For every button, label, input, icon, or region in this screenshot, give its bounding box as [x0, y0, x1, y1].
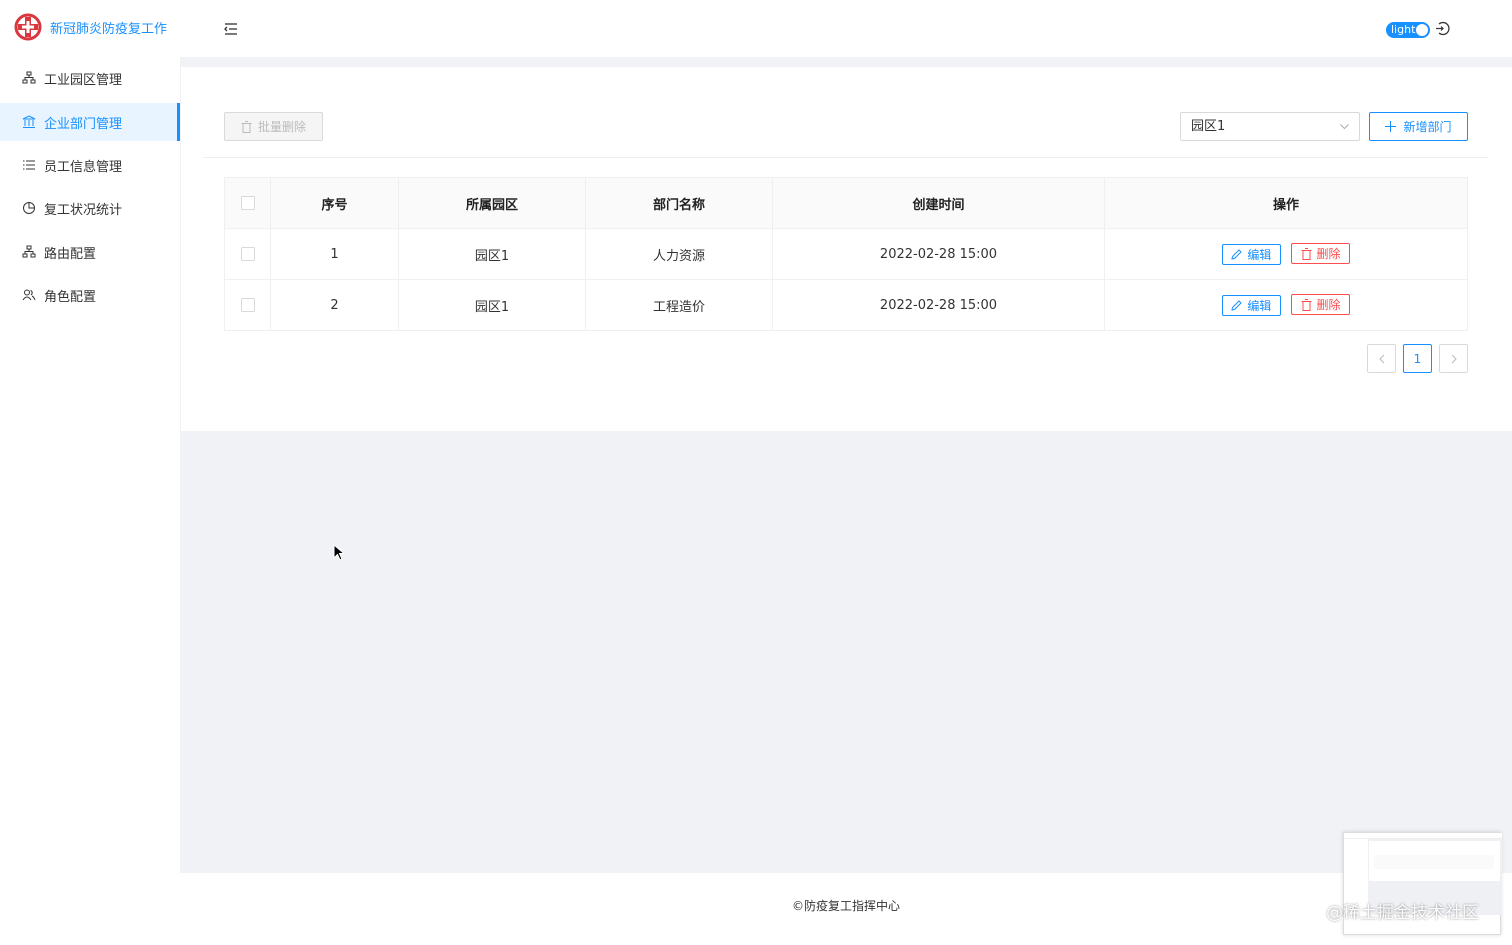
add-department-label: 新增部门: [1403, 120, 1452, 134]
table-row: 2 园区1 工程造价 2022-02-28 15:00 编辑 删除: [224, 279, 1468, 331]
edit-icon: [1231, 249, 1243, 260]
edit-icon: [1231, 300, 1243, 311]
column-header-park: 所属园区: [398, 177, 586, 229]
cell-actions: 编辑 删除: [1104, 228, 1468, 280]
sidebar-item-label: 工业园区管理: [44, 72, 123, 88]
sidebar-item-statistics[interactable]: 复工状况统计: [0, 189, 180, 227]
mouse-cursor-icon: [333, 544, 345, 561]
sidebar-item-label: 企业部门管理: [44, 116, 123, 132]
sidebar-item-employee[interactable]: 员工信息管理: [0, 146, 180, 184]
cell-park: 园区1: [398, 228, 586, 280]
add-department-button[interactable]: 新增部门: [1369, 112, 1468, 141]
watermark-text: @稀土掘金技术社区: [1326, 903, 1479, 923]
bank-icon: [22, 115, 36, 128]
page-footer: ©防疫复工指挥中心: [180, 873, 1512, 945]
trash-icon: [241, 120, 252, 133]
column-header-created: 创建时间: [772, 177, 1105, 229]
sidebar-item-label: 复工状况统计: [44, 202, 123, 218]
sidebar-item-label: 角色配置: [44, 289, 97, 305]
cell-actions: 编辑 删除: [1104, 279, 1468, 331]
cell-created: 2022-02-28 15:00: [772, 228, 1105, 280]
row-select-cell: [224, 279, 271, 331]
page-number-button[interactable]: 1: [1403, 344, 1432, 373]
select-all-checkbox[interactable]: [240, 196, 255, 210]
delete-label: 删除: [1316, 247, 1341, 262]
menu-collapse-icon[interactable]: [222, 20, 240, 38]
app-title: 新冠肺炎防疫复工作: [50, 22, 168, 37]
column-header-actions: 操作: [1104, 177, 1468, 229]
user-group-icon: [22, 289, 36, 301]
edit-button[interactable]: 编辑: [1221, 294, 1281, 316]
top-header: 新冠肺炎防疫复工作 light: [0, 0, 1512, 57]
batch-delete-button[interactable]: 批量删除: [224, 112, 323, 141]
edit-label: 编辑: [1247, 298, 1272, 313]
batch-delete-label: 批量删除: [257, 120, 306, 134]
row-checkbox[interactable]: [240, 247, 255, 261]
chevron-down-icon: [1340, 124, 1349, 130]
row-checkbox[interactable]: [240, 298, 255, 312]
prev-page-button[interactable]: [1367, 344, 1396, 373]
park-select[interactable]: 园区1: [1180, 112, 1360, 141]
footer-text: ©防疫复工指挥中心: [791, 899, 900, 913]
sidebar-item-department[interactable]: 企业部门管理: [0, 103, 180, 141]
delete-label: 删除: [1316, 298, 1341, 313]
department-table: 序号 所属园区 部门名称 创建时间 操作 1 园区1 人力资源 2022-02-…: [224, 177, 1468, 331]
select-all-cell: [224, 177, 271, 229]
plus-icon: [1385, 121, 1397, 132]
app-logo-icon: [14, 13, 42, 41]
sidebar-item-industrial-park[interactable]: 工业园区管理: [0, 59, 180, 97]
trash-icon: [1301, 298, 1312, 311]
cell-dept: 工程造价: [585, 279, 773, 331]
edit-label: 编辑: [1247, 247, 1272, 262]
toggle-knob: [1416, 24, 1428, 36]
sitemap-icon: [22, 71, 36, 84]
sidebar-item-label: 路由配置: [44, 246, 97, 262]
cell-park: 园区1: [398, 279, 586, 331]
delete-button[interactable]: 删除: [1291, 243, 1351, 265]
logout-icon[interactable]: [1435, 21, 1450, 36]
list-icon: [23, 160, 35, 170]
cell-dept: 人力资源: [585, 228, 773, 280]
sidebar: 工业园区管理 企业部门管理 员工信息管理 复工状况统计 路由配置 角色配置: [0, 57, 180, 873]
sitemap-icon: [22, 245, 36, 258]
pie-chart-icon: [23, 202, 35, 214]
cell-index: 2: [270, 279, 399, 331]
chevron-right-icon: [1451, 354, 1457, 363]
row-select-cell: [224, 228, 271, 280]
cell-created: 2022-02-28 15:00: [772, 279, 1105, 331]
sidebar-item-roles[interactable]: 角色配置: [0, 276, 180, 314]
park-select-value: 园区1: [1191, 119, 1226, 134]
delete-button[interactable]: 删除: [1291, 294, 1351, 316]
sidebar-item-label: 员工信息管理: [44, 159, 123, 175]
chevron-left-icon: [1378, 354, 1384, 363]
column-header-index: 序号: [270, 177, 399, 229]
sidebar-item-routes[interactable]: 路由配置: [0, 233, 180, 271]
theme-toggle-label: light: [1391, 23, 1416, 36]
toolbar-divider: [203, 157, 1488, 158]
column-header-dept: 部门名称: [585, 177, 773, 229]
theme-toggle[interactable]: light: [1386, 22, 1430, 38]
cell-index: 1: [270, 228, 399, 280]
next-page-button[interactable]: [1439, 344, 1468, 373]
table-row: 1 园区1 人力资源 2022-02-28 15:00 编辑 删除: [224, 228, 1468, 280]
trash-icon: [1301, 247, 1312, 260]
table-header-row: 序号 所属园区 部门名称 创建时间 操作: [224, 177, 1468, 229]
edit-button[interactable]: 编辑: [1221, 243, 1281, 265]
